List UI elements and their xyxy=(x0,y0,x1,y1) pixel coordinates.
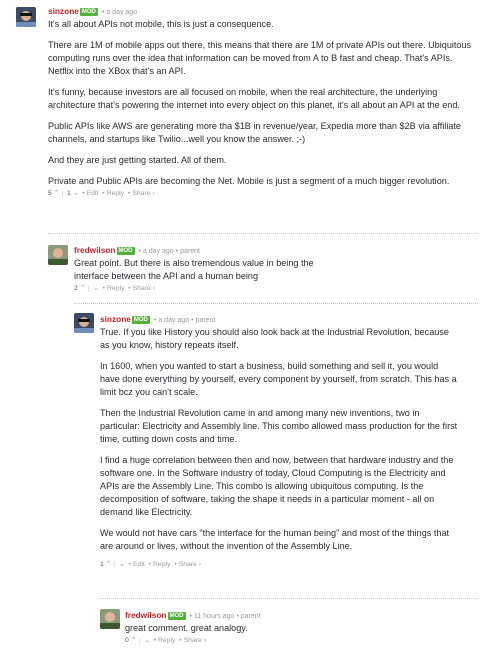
comment-paragraph: In 1600, when you wanted to start a busi… xyxy=(100,361,457,397)
comment-meta: fredwilson MOD • 11 hours ago • parent xyxy=(125,610,261,620)
comment-paragraph: Public APIs like AWS are generating more… xyxy=(48,121,461,144)
downvote-icon[interactable]: ⌄ xyxy=(73,190,79,197)
avatar[interactable] xyxy=(16,7,36,27)
downvote-count: 1 xyxy=(67,190,71,197)
avatar[interactable] xyxy=(100,609,120,629)
avatar[interactable] xyxy=(48,245,68,265)
reply-link[interactable]: Reply xyxy=(107,190,124,197)
upvote-count: 1 xyxy=(100,561,104,568)
upvote-icon[interactable]: ⌃ xyxy=(54,190,60,197)
parent-link[interactable]: parent xyxy=(241,613,261,620)
downvote-icon[interactable]: ⌄ xyxy=(93,285,99,292)
comment-paragraph: There are 1M of mobile apps out there, t… xyxy=(48,40,472,76)
parent-link[interactable]: parent xyxy=(196,317,216,324)
edit-link[interactable]: Edit xyxy=(133,561,145,568)
comment-divider xyxy=(100,598,478,599)
comment-divider xyxy=(74,303,478,304)
comment-paragraph: And they are just getting started. All o… xyxy=(48,155,227,165)
author-link[interactable]: fredwilson xyxy=(125,610,167,620)
comment-message: True. If you like History you should als… xyxy=(100,326,460,553)
comment-paragraph: Great point. But there is also tremendou… xyxy=(74,258,314,281)
comment-paragraph: We would not have cars "the interface fo… xyxy=(100,528,450,551)
comment-meta: fredwilson MOD • a day ago • parent xyxy=(74,245,201,255)
comment-message: great comment. great analogy. xyxy=(125,622,478,635)
comment-actions: 1 ⌃ | ⌄ • Edit • Reply • Share › xyxy=(100,561,201,568)
user-avatar-icon xyxy=(48,245,68,265)
author-link[interactable]: sinzone xyxy=(100,314,131,324)
share-link[interactable]: Share › xyxy=(184,637,206,644)
comment-actions: 5 ⌃ | 1 ⌄ • Edit • Reply • Share › xyxy=(48,190,155,197)
upvote-count: 2 xyxy=(74,285,78,292)
edit-link[interactable]: Edit xyxy=(87,190,99,197)
user-avatar-icon xyxy=(100,609,120,629)
share-link[interactable]: Share › xyxy=(132,190,154,197)
comment-paragraph: great comment. great analogy. xyxy=(125,623,248,633)
comment-actions: 2 ⌃ | ⌄ • Reply • Share › xyxy=(74,285,155,292)
downvote-icon[interactable]: ⌄ xyxy=(144,637,150,644)
user-avatar-icon xyxy=(74,313,94,333)
timestamp[interactable]: a day ago xyxy=(143,248,174,255)
comment-actions: 0 ⌃ | ⌄ • Reply • Share › xyxy=(125,637,206,644)
upvote-icon[interactable]: ⌃ xyxy=(131,637,137,644)
comment-message: Great point. But there is also tremendou… xyxy=(74,257,324,283)
share-link[interactable]: Share › xyxy=(133,285,155,292)
timestamp[interactable]: a day ago xyxy=(106,9,137,16)
comment-divider xyxy=(48,233,478,234)
comment-meta: sinzone MOD • a day ago • parent xyxy=(100,314,216,324)
mod-badge: MOD xyxy=(131,316,150,324)
reply-link[interactable]: Reply xyxy=(107,285,124,292)
parent-link[interactable]: parent xyxy=(180,248,200,255)
author-link[interactable]: sinzone xyxy=(48,6,79,16)
comment-paragraph: Then the Industrial Revolution came in a… xyxy=(100,408,458,444)
mod-badge: MOD xyxy=(79,8,98,16)
share-link[interactable]: Share › xyxy=(179,561,201,568)
upvote-icon[interactable]: ⌃ xyxy=(80,285,86,292)
upvote-icon[interactable]: ⌃ xyxy=(106,561,112,568)
reply-link[interactable]: Reply xyxy=(153,561,170,568)
mod-badge: MOD xyxy=(116,247,135,255)
comment-meta: sinzone MOD • a day ago xyxy=(48,6,138,16)
avatar[interactable] xyxy=(74,313,94,333)
reply-link[interactable]: Reply xyxy=(158,637,175,644)
mod-badge: MOD xyxy=(167,612,186,620)
comment-message: It's all about APIs not mobile, this is … xyxy=(48,18,478,188)
user-avatar-icon xyxy=(16,7,36,27)
comment-paragraph: It's funny, because investors are all fo… xyxy=(48,87,460,110)
downvote-icon[interactable]: ⌄ xyxy=(119,561,125,568)
upvote-count: 0 xyxy=(125,637,129,644)
comment-paragraph: I find a huge correlation between then a… xyxy=(100,455,454,517)
author-link[interactable]: fredwilson xyxy=(74,245,116,255)
comment-paragraph: Private and Public APIs are becoming the… xyxy=(48,176,450,186)
timestamp[interactable]: 11 hours ago xyxy=(194,613,234,620)
upvote-count: 5 xyxy=(48,190,52,197)
comment-paragraph: It's all about APIs not mobile, this is … xyxy=(48,19,274,29)
comment-paragraph: True. If you like History you should als… xyxy=(100,327,449,350)
timestamp[interactable]: a day ago xyxy=(158,317,189,324)
